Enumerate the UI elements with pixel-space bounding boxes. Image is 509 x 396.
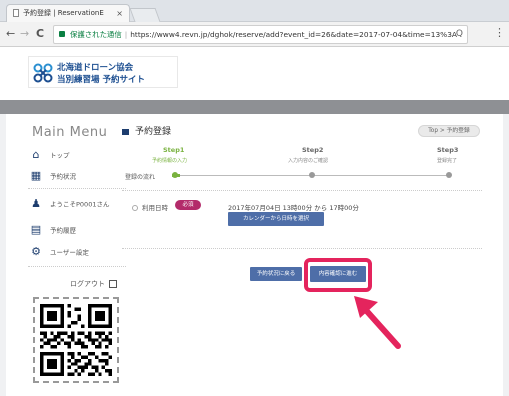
step3-label: Step3 <box>437 146 459 154</box>
logout-icon <box>109 280 117 288</box>
step2-sub: 入力内容のご確認 <box>288 158 329 164</box>
breadcrumb[interactable]: Top > 予約登録 <box>418 125 480 137</box>
sidebar-item-user: ♟ ようこそP0001さん <box>30 198 109 209</box>
sidebar-item-settings[interactable]: ⚙ ユーザー設定 <box>30 246 89 257</box>
calendar-icon: ▦ <box>30 169 42 182</box>
proceed-to-confirm-button[interactable]: 内容確認に進む <box>310 266 366 282</box>
page-title-text: 予約登録 <box>135 127 172 137</box>
lock-icon <box>59 31 65 37</box>
site-header: 北海道ドローン協会 当別練習場 予約サイト <box>0 48 509 100</box>
step3-dot <box>446 172 452 178</box>
browser-tab[interactable]: 予約登録 | ReservationE × <box>6 4 130 22</box>
sidebar-item-top[interactable]: ⌂ トップ <box>30 149 70 160</box>
qr-code <box>33 297 119 383</box>
page-margin <box>503 114 509 396</box>
tab-title: 予約登録 | ReservationE <box>23 9 104 17</box>
content-divider <box>122 248 482 249</box>
step3-sub: 登録完了 <box>437 158 458 164</box>
field-label: 利用日時 <box>132 202 168 212</box>
browser-menu-icon[interactable]: ⋮ <box>494 27 505 39</box>
sidebar-divider <box>28 188 126 189</box>
content-divider <box>122 190 482 191</box>
header-bar <box>0 100 509 114</box>
select-from-calendar-button[interactable]: カレンダーから日時を選択 <box>228 212 324 226</box>
required-badge: 必須 <box>175 200 201 210</box>
step1-dot <box>172 172 178 178</box>
browser-tabstrip: 予約登録 | ReservationE × <box>0 0 509 22</box>
address-bar[interactable]: 保護された通信 | https://www4.revn.jp/dghok/reser… <box>53 25 468 44</box>
url-text: https://www4.revn.jp/dghok/reserve/add?e… <box>130 30 457 39</box>
secure-label: 保護された通信 <box>70 30 122 39</box>
logo-title: 北海道ドローン協会 <box>57 63 134 73</box>
sidebar-item-label: ユーザー設定 <box>50 248 89 257</box>
history-icon: ▤ <box>30 223 42 236</box>
sidebar-divider <box>28 266 126 267</box>
close-icon[interactable]: × <box>116 5 123 22</box>
site-logo[interactable]: 北海道ドローン協会 当別練習場 予約サイト <box>28 56 178 88</box>
reload-icon[interactable]: C <box>36 26 44 42</box>
sidebar-item-history[interactable]: ▤ 予約履歴 <box>30 224 76 235</box>
sidebar-item-label: 予約状況 <box>50 172 76 181</box>
page-title: 予約登録 <box>122 124 171 137</box>
sidebar-item-label: トップ <box>50 151 70 160</box>
sidebar-item-status[interactable]: ▦ 予約状況 <box>30 170 76 181</box>
welcome-text: ようこそP0001さん <box>50 200 110 209</box>
home-icon: ⌂ <box>32 148 40 161</box>
logo-subtitle: 当別練習場 予約サイト <box>57 75 145 85</box>
user-icon: ♟ <box>31 197 41 210</box>
browser-toolbar: ← → C 保護された通信 | https://www4.revn.jp/dghok… <box>0 22 509 47</box>
back-arrow-icon[interactable]: ← <box>6 26 15 42</box>
screenshot-frame: 予約登録 | ReservationE × ← → C 保護された通信 | http… <box>0 0 509 396</box>
radio-icon <box>132 205 138 211</box>
step2-dot <box>309 172 315 178</box>
forward-arrow-icon[interactable]: → <box>20 26 29 42</box>
page-icon <box>13 9 19 17</box>
main-menu-title: Main Menu <box>32 125 108 140</box>
back-to-status-button[interactable]: 予約状況に戻る <box>250 267 302 281</box>
logout-label: ログアウト <box>70 280 105 288</box>
step2-label: Step2 <box>302 146 324 154</box>
qr-code-icon <box>40 304 112 376</box>
step1-label: Step1 <box>163 146 185 154</box>
field-label-text: 利用日時 <box>142 204 168 212</box>
logout-link[interactable]: ログアウト <box>70 279 117 289</box>
new-tab-button[interactable] <box>129 8 161 22</box>
flow-label: 登録の流れ <box>125 174 156 181</box>
step1-sub: 予約情報の入力 <box>152 158 188 164</box>
title-icon <box>122 128 129 135</box>
search-icon[interactable]: Q <box>456 26 463 43</box>
selected-datetime: 2017年07月04日 13時00分 から 17時00分 <box>228 204 359 212</box>
drone-logo-icon <box>33 63 53 83</box>
sidebar-item-label: 予約履歴 <box>50 226 76 235</box>
pointer-arrow-icon <box>354 296 401 349</box>
gear-icon: ⚙ <box>31 245 41 258</box>
